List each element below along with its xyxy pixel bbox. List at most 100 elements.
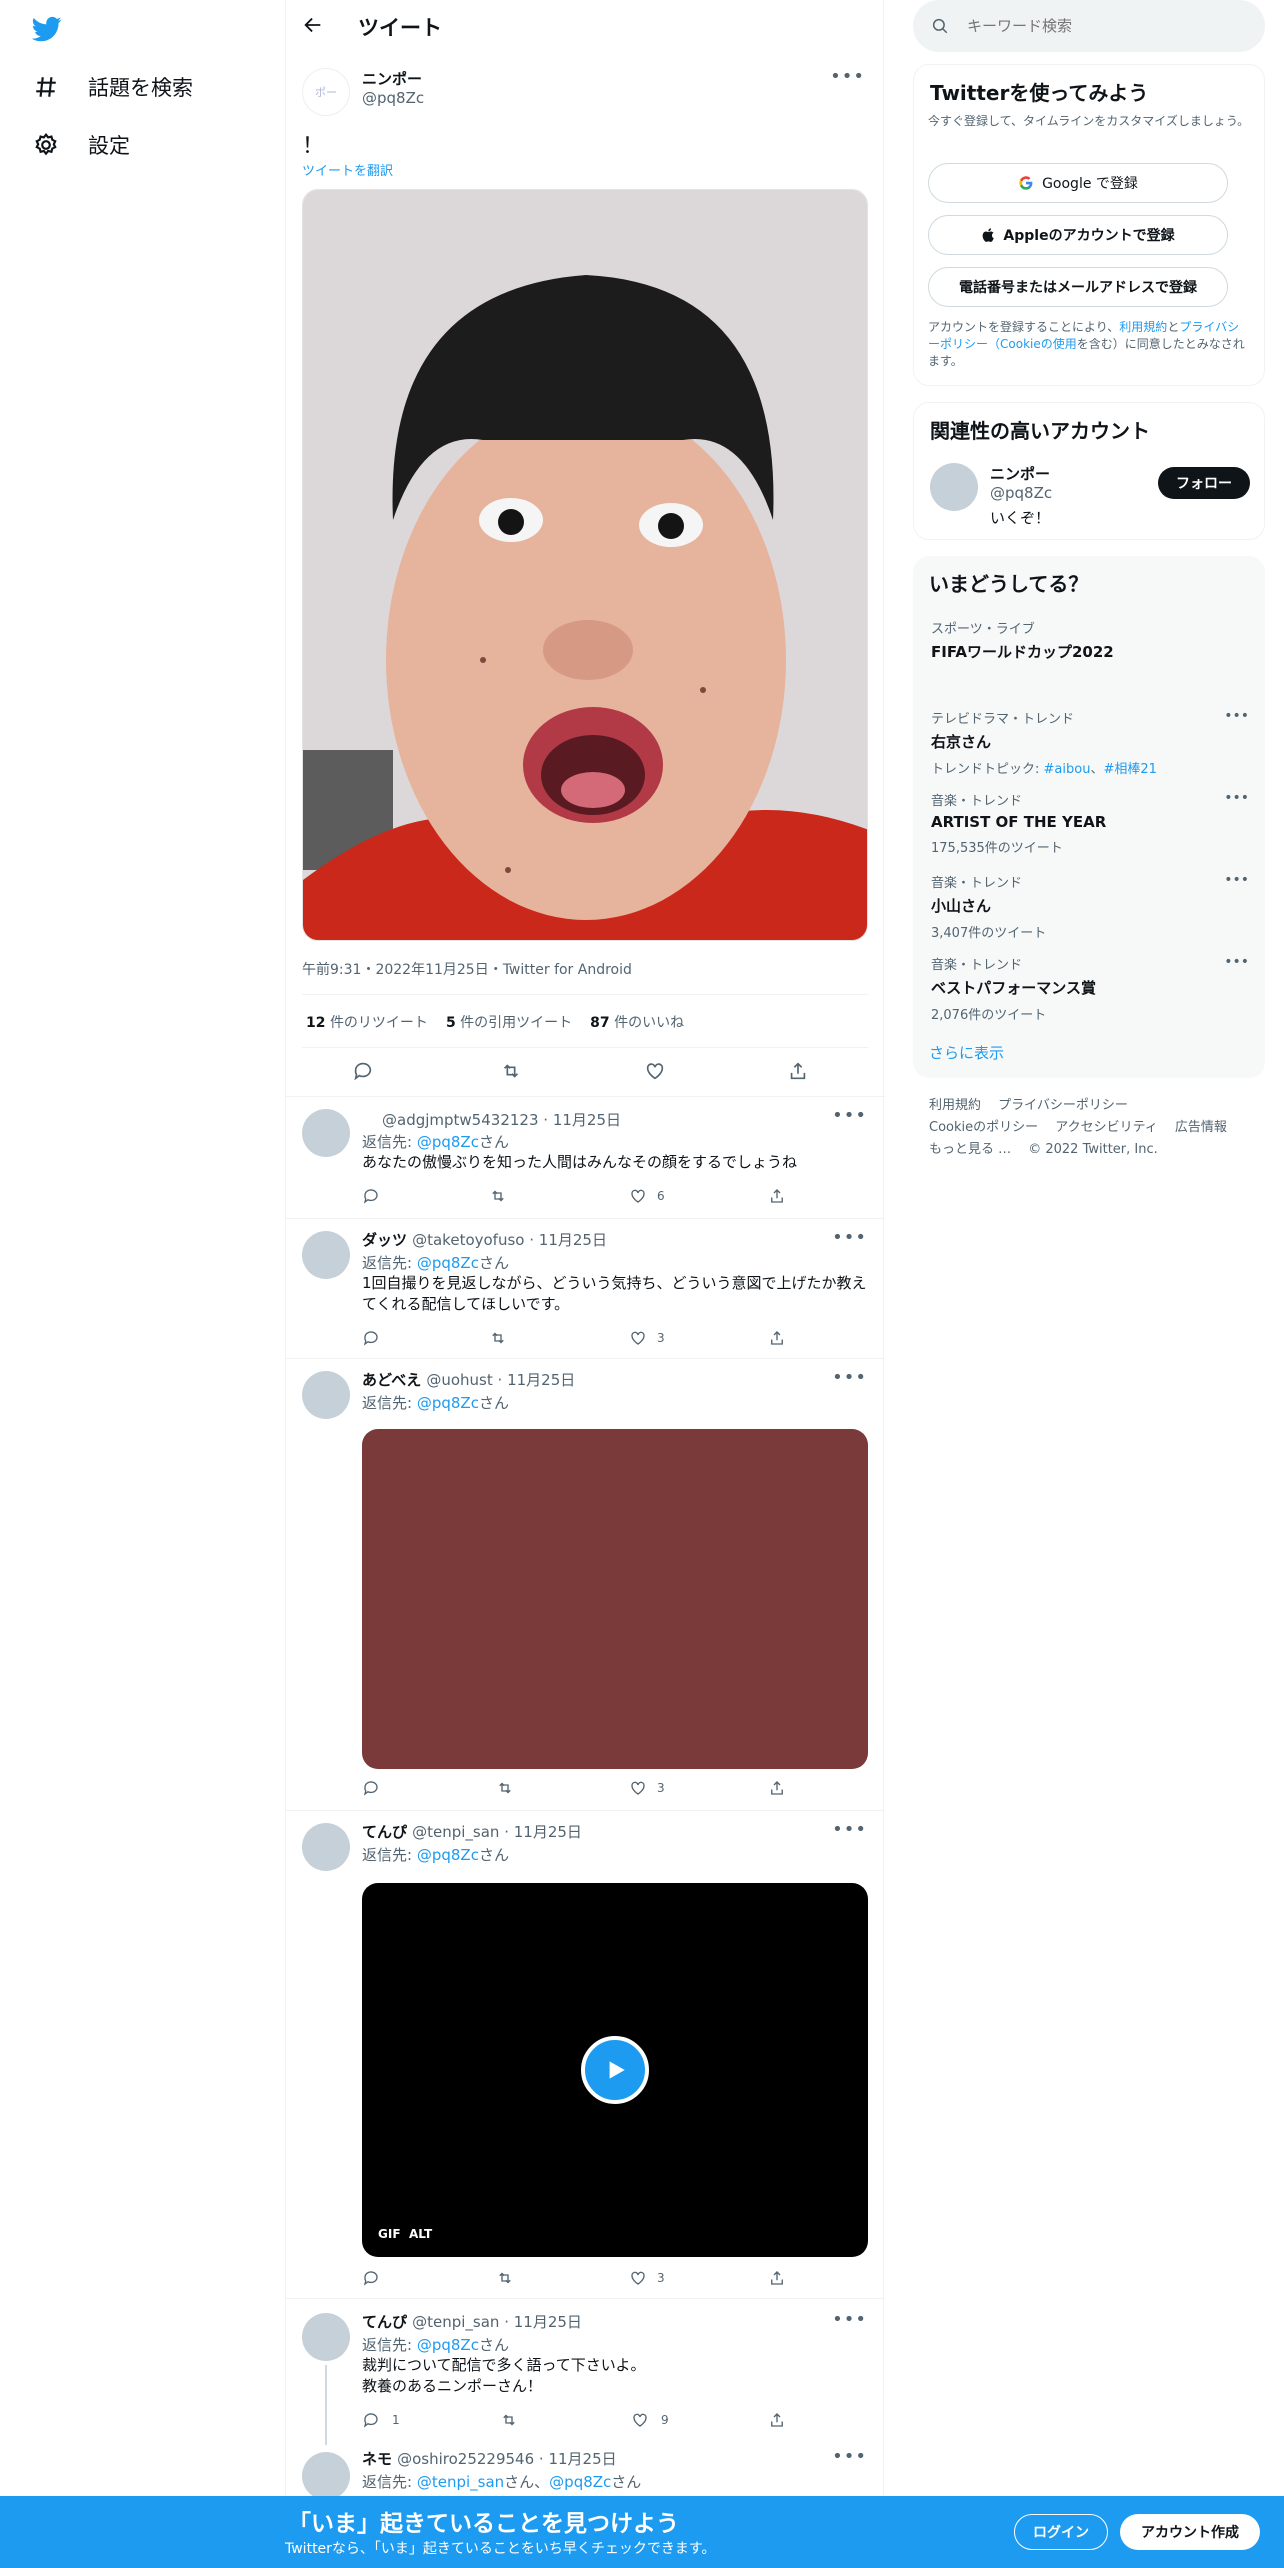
tweet-timestamp[interactable]: 午前9:31・2022年11月25日・Twitter for Android	[302, 959, 632, 979]
translate-link[interactable]: ツイートを翻訳	[302, 160, 393, 179]
more-options-icon[interactable]: •••	[832, 1367, 867, 1388]
reply-handle[interactable]: @uohust	[426, 1371, 492, 1389]
cookie-link[interactable]: （Cookieの使用	[988, 337, 1077, 351]
trend-item[interactable]: 音楽・トレンド 小山さん 3,407件のツイート •••	[931, 872, 1251, 941]
share-icon[interactable]	[768, 1779, 786, 1797]
apple-signup-button[interactable]: Appleのアカウントで登録	[928, 215, 1228, 255]
avatar[interactable]	[302, 2452, 350, 2500]
footer-link[interactable]: 広告情報	[1175, 1120, 1227, 1135]
retweet-icon[interactable]	[500, 1060, 522, 1086]
reply-tweet[interactable]: ダッツ @taketoyofuso · 11月25日 ••• 返信先: @pq8…	[286, 1218, 885, 1358]
retweet-icon[interactable]	[489, 1187, 507, 1205]
reply-icon[interactable]	[362, 1779, 380, 1797]
avatar[interactable]	[302, 1109, 350, 1157]
more-options-icon[interactable]: •••	[832, 2309, 867, 2330]
play-button[interactable]	[581, 2036, 649, 2104]
avatar[interactable]: ポー	[302, 68, 350, 116]
reply-date[interactable]: 11月25日	[553, 1111, 621, 1129]
more-options-icon[interactable]: •••	[1224, 708, 1249, 724]
reply-name[interactable]: てんぴ	[362, 2313, 407, 2331]
more-options-icon[interactable]: •••	[832, 1227, 867, 1248]
more-options-icon[interactable]: •••	[1224, 790, 1249, 806]
phone-email-signup-button[interactable]: 電話番号またはメールアドレスで登録	[928, 267, 1228, 307]
reply-image[interactable]	[362, 1429, 868, 1769]
reply-tweet[interactable]: てんぴ @tenpi_san · 11月25日 ••• 返信先: @pq8Zcさ…	[286, 1810, 885, 2298]
retweets-stat[interactable]: 12 件のリツイート	[306, 1012, 428, 1032]
trend-item[interactable]: スポーツ・ライブ FIFAワールドカップ2022	[931, 618, 1251, 662]
share-icon[interactable]	[768, 2411, 786, 2429]
google-signup-button[interactable]: Google で登録	[928, 163, 1228, 203]
reply-name[interactable]: ダッツ	[362, 1231, 407, 1249]
reply-handle[interactable]: @taketoyofuso	[412, 1231, 524, 1249]
reply-to-link[interactable]: @pq8Zc	[417, 1254, 479, 1272]
author-handle[interactable]: @pq8Zc	[362, 89, 424, 107]
show-more-link[interactable]: さらに表示	[929, 1042, 1004, 1063]
share-icon[interactable]	[787, 1060, 809, 1086]
quotes-stat[interactable]: 5 件の引用ツイート	[446, 1012, 572, 1032]
reply-icon[interactable]	[362, 1187, 380, 1205]
like-button[interactable]: 3	[629, 1779, 665, 1797]
search-box[interactable]	[913, 0, 1265, 52]
back-arrow-icon[interactable]	[302, 14, 324, 40]
like-button[interactable]: 3	[629, 1329, 665, 1347]
more-options-icon[interactable]: •••	[830, 66, 865, 87]
reply-icon[interactable]	[362, 1329, 380, 1347]
footer-link[interactable]: Cookieのポリシー	[929, 1120, 1038, 1135]
footer-link[interactable]: 利用規約	[929, 1098, 981, 1113]
more-options-icon[interactable]: •••	[832, 2446, 867, 2467]
reply-date[interactable]: 11月25日	[507, 1371, 575, 1389]
reply-button[interactable]: 1	[362, 2411, 400, 2429]
retweet-icon[interactable]	[489, 1329, 507, 1347]
avatar[interactable]	[302, 2313, 350, 2361]
reply-to-link[interactable]: @pq8Zc	[417, 1133, 479, 1151]
terms-link[interactable]: 利用規約	[1119, 320, 1167, 334]
reply-name[interactable]: てんぴ	[362, 1823, 407, 1841]
reply-date[interactable]: 11月25日	[539, 1231, 607, 1249]
more-options-icon[interactable]: •••	[832, 1105, 867, 1126]
relevant-handle[interactable]: @pq8Zc	[990, 484, 1052, 502]
reply-tweet[interactable]: あどべえ @uohust · 11月25日 ••• 返信先: @pq8Zcさん …	[286, 1358, 885, 1810]
retweet-icon[interactable]	[500, 2411, 518, 2429]
gif-player[interactable]: GIF ALT	[362, 1883, 868, 2257]
like-icon[interactable]	[644, 1060, 666, 1086]
trend-item[interactable]: テレビドラマ・トレンド 右京さん トレンドトピック: #aibou、#相棒21 …	[931, 708, 1251, 777]
reply-to-link[interactable]: @pq8Zc	[417, 1846, 479, 1864]
likes-stat[interactable]: 87 件のいいね	[590, 1012, 684, 1032]
footer-link[interactable]: もっと見る …	[929, 1142, 1011, 1157]
like-button[interactable]: 9	[631, 2411, 669, 2429]
tweet-photo[interactable]	[302, 189, 868, 941]
reply-tweet[interactable]: @adgjmptw5432123 · 11月25日 ••• 返信先: @pq8Z…	[286, 1096, 885, 1218]
retweet-icon[interactable]	[496, 2269, 514, 2287]
avatar[interactable]	[930, 463, 978, 511]
reply-to-link[interactable]: @pq8Zc	[417, 1394, 479, 1412]
trend-item[interactable]: 音楽・トレンド ARTIST OF THE YEAR 175,535件のツイート…	[931, 790, 1251, 856]
reply-name[interactable]: ネモ	[362, 2450, 392, 2468]
signup-button[interactable]: アカウント作成	[1120, 2514, 1260, 2550]
reply-tweet[interactable]: てんぴ @tenpi_san · 11月25日 ••• 返信先: @pq8Zcさ…	[286, 2298, 885, 2445]
reply-handle[interactable]: @adgjmptw5432123	[382, 1111, 539, 1129]
reply-icon[interactable]	[352, 1060, 374, 1086]
reply-handle[interactable]: @tenpi_san	[412, 2313, 499, 2331]
more-options-icon[interactable]: •••	[832, 1819, 867, 1840]
follow-button[interactable]: フォロー	[1158, 467, 1250, 499]
retweet-icon[interactable]	[496, 1779, 514, 1797]
reply-handle[interactable]: @tenpi_san	[412, 1823, 499, 1841]
footer-link[interactable]: アクセシビリティ	[1055, 1120, 1158, 1135]
like-button[interactable]: 3	[629, 2269, 665, 2287]
alt-badge[interactable]: ALT	[409, 2227, 432, 2241]
avatar[interactable]	[302, 1231, 350, 1279]
avatar[interactable]	[302, 1823, 350, 1871]
footer-link[interactable]: プライバシーポリシー	[998, 1098, 1128, 1113]
search-input[interactable]	[967, 17, 1227, 35]
reply-to-link[interactable]: @tenpi_san	[417, 2473, 504, 2491]
reply-date[interactable]: 11月25日	[514, 2313, 582, 2331]
hashtag-link[interactable]: #相棒21	[1103, 762, 1156, 777]
reply-name[interactable]: あどべえ	[362, 1371, 421, 1389]
reply-date[interactable]: 11月25日	[514, 1823, 582, 1841]
more-options-icon[interactable]: •••	[1224, 872, 1249, 888]
relevant-name[interactable]: ニンポー	[990, 463, 1050, 484]
author-name[interactable]: ニンポー	[362, 68, 422, 89]
hashtag-link[interactable]: #aibou	[1044, 762, 1091, 777]
reply-handle[interactable]: @oshiro25229546	[397, 2450, 534, 2468]
nav-item-settings[interactable]: 設定	[32, 116, 130, 174]
